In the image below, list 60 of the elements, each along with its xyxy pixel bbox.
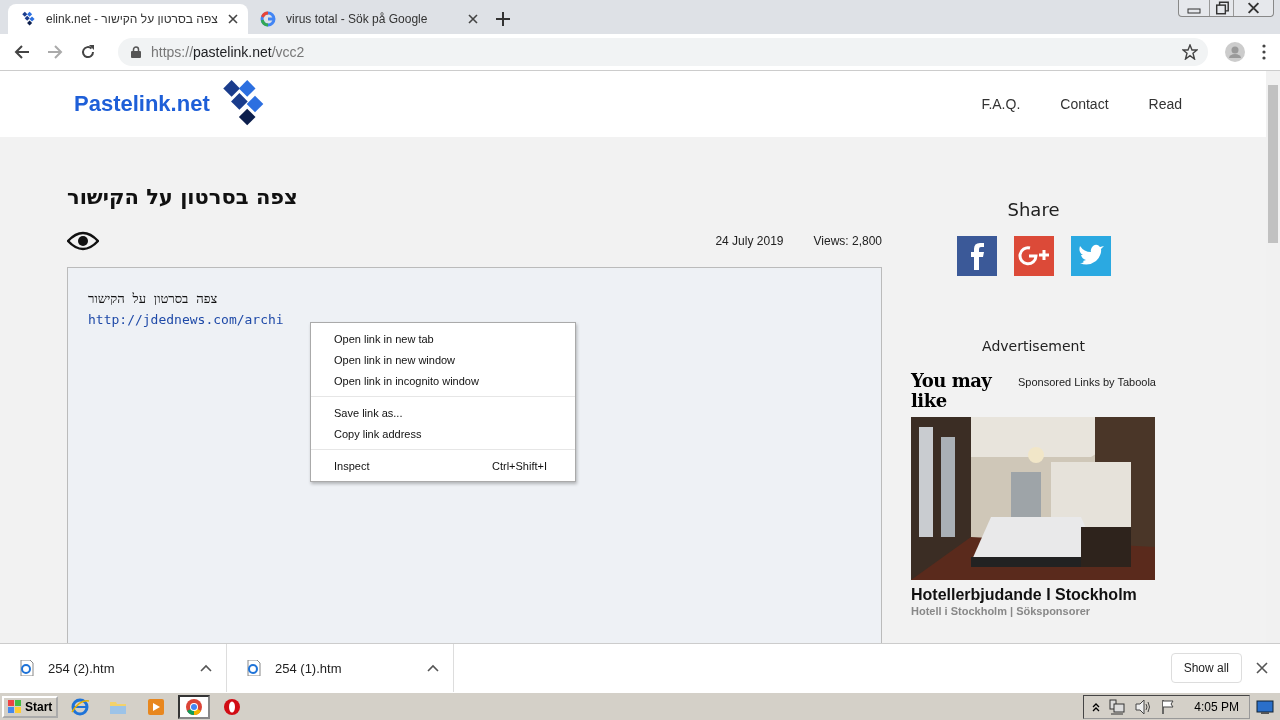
browser-tab[interactable]: virus total - Sök på Google: [248, 4, 488, 34]
menu-item[interactable]: Open link in incognito window: [311, 370, 575, 391]
site-logo[interactable]: Pastelink.net: [74, 91, 210, 117]
eye-icon: [67, 231, 99, 251]
ad-label: Advertisement: [981, 338, 1086, 354]
close-icon[interactable]: [468, 14, 478, 24]
share-heading: Share: [1006, 199, 1061, 220]
scroll-thumb[interactable]: [1268, 85, 1278, 243]
menu-item[interactable]: Inspect Ctrl+Shift+I: [311, 455, 575, 476]
widget-heading: You may like: [911, 371, 993, 411]
nav-link[interactable]: Read: [1148, 96, 1182, 112]
menu-item[interactable]: Save link as...: [311, 402, 575, 423]
browser-tab[interactable]: צפה בסרטון על הקישור - elink.net: [8, 4, 248, 34]
start-button[interactable]: Start: [2, 695, 59, 718]
chevron-up-icon[interactable]: [200, 664, 212, 672]
play-icon[interactable]: [146, 696, 167, 717]
flag-icon[interactable]: [1160, 698, 1177, 715]
back-icon[interactable]: [14, 44, 30, 60]
chevron-up-icon[interactable]: [1092, 701, 1101, 712]
menu-item[interactable]: Open link in new tab: [311, 328, 575, 349]
profile-icon[interactable]: [1225, 42, 1245, 62]
ad-title[interactable]: Hotellerbjudande I Stockholm: [911, 586, 1156, 604]
close-icon[interactable]: [228, 14, 238, 24]
document-icon: [20, 660, 34, 676]
internet-explorer-icon[interactable]: [70, 696, 91, 717]
close-icon[interactable]: [1256, 662, 1268, 674]
twitter-bird-icon[interactable]: [1070, 236, 1111, 276]
chevron-up-icon[interactable]: [427, 664, 439, 672]
clock: 4:05 PM: [1194, 699, 1239, 714]
nav-link[interactable]: Contact: [1060, 96, 1109, 112]
windows-logo-icon: [8, 699, 22, 714]
reload-icon[interactable]: [80, 44, 96, 60]
google-plus-icon[interactable]: [1013, 236, 1054, 276]
sponsor-link[interactable]: Sponsored Links by Taboola: [1018, 376, 1156, 388]
logo-icon: [20, 11, 36, 27]
shortcut-text: Ctrl+Shift+I: [491, 459, 547, 472]
paste-link[interactable]: http://jdednews.com/archi: [88, 309, 284, 330]
new-tab-icon[interactable]: [496, 12, 510, 26]
address-bar[interactable]: https://pastelink.net/vcc2: [118, 38, 1208, 66]
network-icon[interactable]: [1108, 698, 1127, 715]
view-count: Views: 2,800: [813, 234, 882, 248]
menu-item[interactable]: Copy link address: [311, 423, 575, 444]
speaker-icon[interactable]: [1134, 698, 1153, 715]
paste-title: צפה בסרטון על הקישור: [67, 185, 299, 209]
document-icon: [247, 660, 261, 676]
ad-source: Hotell i Stockholm | Söksponsorer: [911, 605, 1092, 617]
show-desktop-icon[interactable]: [1256, 698, 1274, 715]
opera-icon[interactable]: [222, 696, 243, 717]
post-date: 24 July 2019: [715, 234, 784, 248]
chrome-icon[interactable]: [184, 696, 205, 717]
url-text: https://pastelink.net/vcc2: [151, 44, 306, 60]
star-icon[interactable]: [1182, 44, 1198, 60]
paste-text: צפה בסרטון על הקישור: [88, 290, 218, 308]
menu-item[interactable]: Open link in new window: [311, 349, 575, 370]
menu-icon[interactable]: [1262, 44, 1266, 60]
lock-icon: [131, 46, 141, 58]
nav-link[interactable]: F.A.Q.: [981, 96, 1021, 112]
facebook-icon[interactable]: [956, 236, 997, 276]
show-all-button[interactable]: Show all: [1170, 653, 1242, 683]
google-icon: [260, 11, 276, 27]
